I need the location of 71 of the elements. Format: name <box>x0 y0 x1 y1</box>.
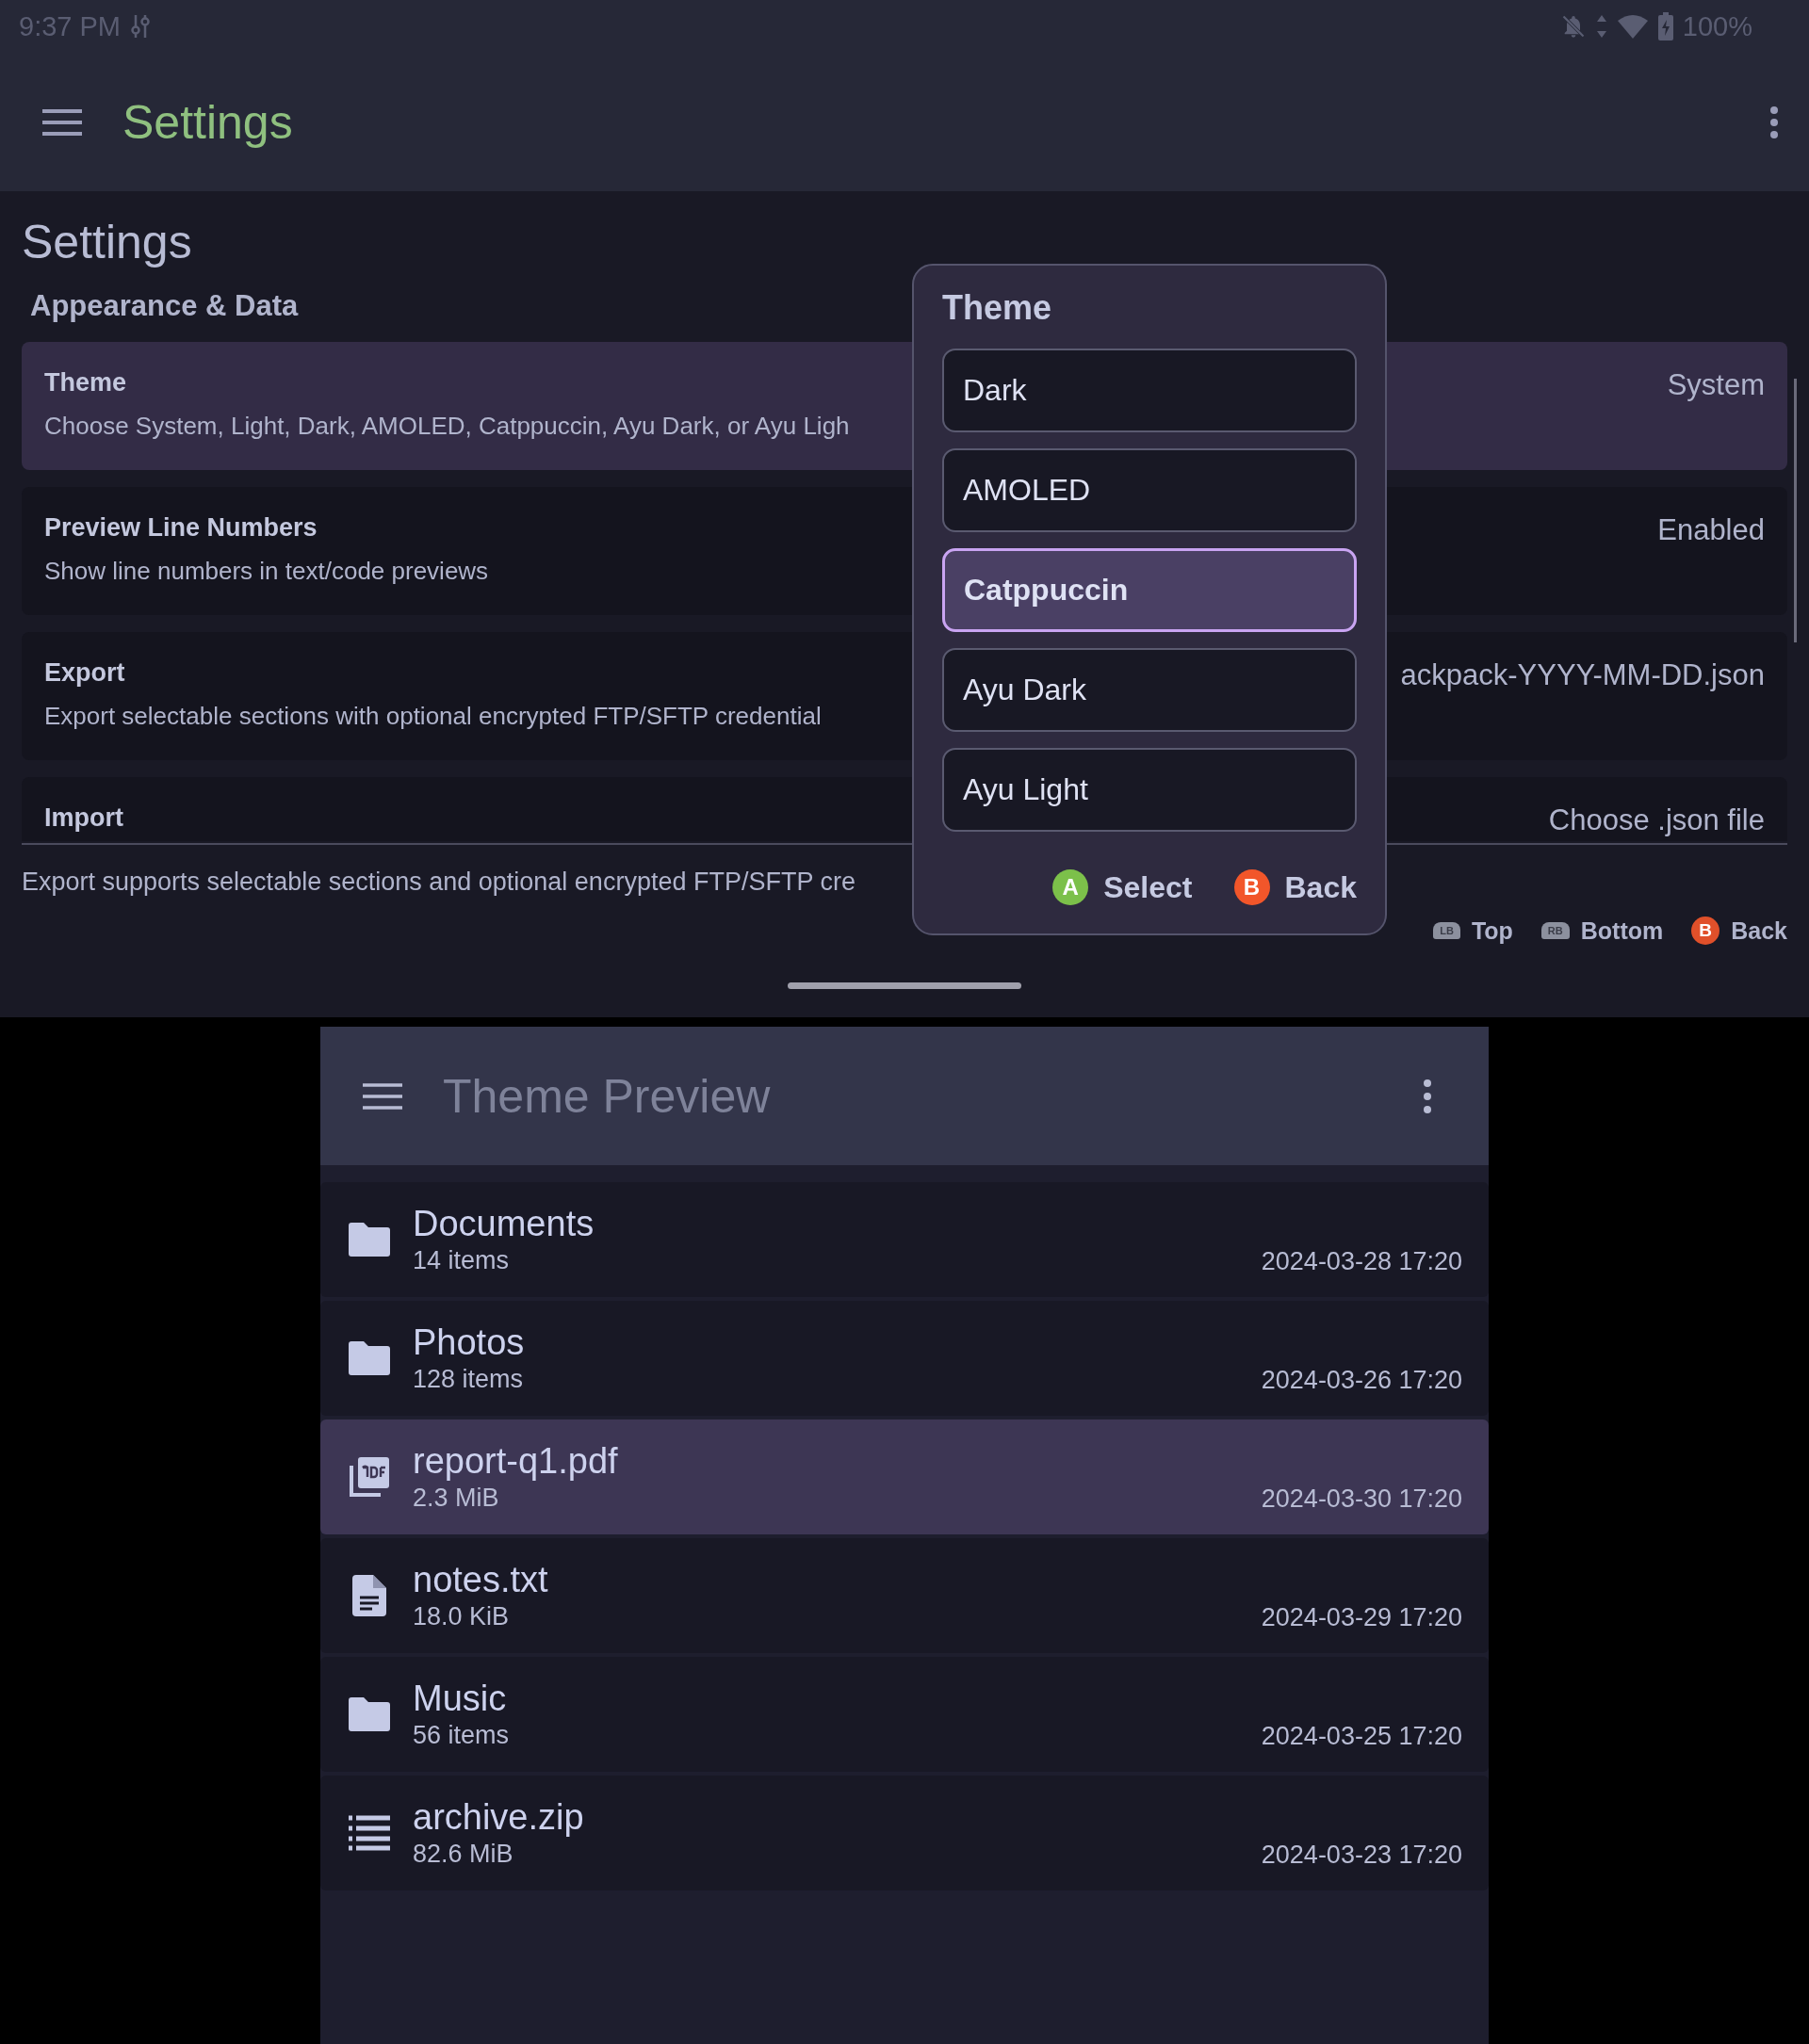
folder-icon <box>349 1341 390 1375</box>
file-name: Music <box>413 1678 508 1719</box>
file-row[interactable]: Documents 14 items 2024-03-28 17:20 <box>320 1182 1489 1297</box>
file-detail: 128 items <box>413 1364 525 1395</box>
file-row[interactable]: report-q1.pdf 2.3 MiB 2024-03-30 17:20 <box>320 1419 1489 1534</box>
file-name: report-q1.pdf <box>413 1440 619 1482</box>
battery-icon <box>1657 12 1673 41</box>
more-options-icon[interactable] <box>1423 1078 1432 1114</box>
bumper-key-icon: RB <box>1540 922 1570 939</box>
section-title: Appearance & Data <box>30 288 299 324</box>
setting-value: System <box>1667 367 1765 403</box>
document-icon <box>352 1575 386 1616</box>
hint-label: Back <box>1731 917 1787 945</box>
file-name: notes.txt <box>413 1559 549 1600</box>
dialog-action-button[interactable]: B Back <box>1233 869 1357 905</box>
theme-option[interactable]: Ayu Dark <box>942 648 1357 732</box>
dialog-action-button[interactable]: A Select <box>1052 869 1193 905</box>
file-date: 2024-03-26 17:20 <box>1261 1366 1462 1395</box>
footer-note: Export supports selectable sections and optional encrypted FTP/SFTP cre <box>22 867 856 898</box>
file-date: 2024-03-30 17:20 <box>1261 1484 1462 1514</box>
setting-title: Theme <box>44 367 127 398</box>
file-row[interactable]: archive.zip 82.6 MiB 2024-03-23 17:20 <box>320 1776 1489 1890</box>
folder-icon <box>349 1223 390 1257</box>
file-detail: 82.6 MiB <box>413 1839 514 1870</box>
button-key-icon: B <box>1691 917 1720 945</box>
archive-icon <box>349 1815 390 1851</box>
setting-description: Choose System, Light, Dark, AMOLED, Catppuccin, Ayu Dark, or Ayu Ligh <box>44 411 851 442</box>
file-detail: 18.0 KiB <box>413 1601 511 1632</box>
setting-title: Import <box>44 803 123 834</box>
setting-value: Choose .json file <box>1548 803 1765 838</box>
dialog-title: Theme <box>942 287 1053 329</box>
menu-icon[interactable] <box>42 107 82 137</box>
setting-title: Export <box>44 657 125 689</box>
page-heading: Settings <box>22 215 193 270</box>
file-name: Documents <box>413 1203 595 1244</box>
more-options-icon[interactable] <box>1769 105 1779 139</box>
bumper-key-icon: LB <box>1433 922 1460 939</box>
pdf-file-icon <box>349 1456 390 1498</box>
file-detail: 14 items <box>413 1245 511 1276</box>
preview-title: Theme Preview <box>443 1068 771 1124</box>
file-date: 2024-03-29 17:20 <box>1261 1603 1462 1632</box>
file-row[interactable]: Photos 128 items 2024-03-26 17:20 <box>320 1301 1489 1416</box>
file-name: archive.zip <box>413 1796 585 1838</box>
hint-label: Top <box>1471 917 1513 945</box>
file-row[interactable]: notes.txt 18.0 KiB 2024-03-29 17:20 <box>320 1538 1489 1653</box>
file-date: 2024-03-28 17:20 <box>1261 1247 1462 1276</box>
status-time: 9:37 PM <box>19 10 121 42</box>
setting-title: Preview Line Numbers <box>44 512 318 543</box>
app-title: Settings <box>122 94 293 150</box>
theme-option[interactable]: Catppuccin <box>942 548 1357 632</box>
folder-icon <box>349 1697 390 1731</box>
theme-option[interactable]: Dark <box>942 349 1357 432</box>
file-date: 2024-03-25 17:20 <box>1261 1722 1462 1751</box>
file-name: Photos <box>413 1322 526 1363</box>
hint-label: Bottom <box>1580 917 1664 945</box>
file-detail: 2.3 MiB <box>413 1483 500 1514</box>
scrollbar[interactable] <box>1794 379 1797 642</box>
sliders-icon <box>130 13 151 40</box>
file-date: 2024-03-23 17:20 <box>1261 1841 1462 1870</box>
file-row[interactable]: Music 56 items 2024-03-25 17:20 <box>320 1657 1489 1772</box>
setting-description: Export selectable sections with optional encrypted FTP/SFTP credential <box>44 701 823 732</box>
theme-option[interactable]: Ayu Light <box>942 748 1357 832</box>
setting-value: ackpack-YYYY-MM-DD.json <box>1400 657 1765 693</box>
file-detail: 56 items <box>413 1720 511 1751</box>
theme-option[interactable]: AMOLED <box>942 448 1357 532</box>
setting-value: Enabled <box>1657 512 1765 548</box>
data-arrows-icon <box>1595 14 1607 39</box>
setting-description: Show line numbers in text/code previews <box>44 556 490 587</box>
battery-level: 100% <box>1682 10 1752 42</box>
wifi-icon <box>1616 13 1649 40</box>
menu-icon[interactable] <box>363 1081 402 1111</box>
